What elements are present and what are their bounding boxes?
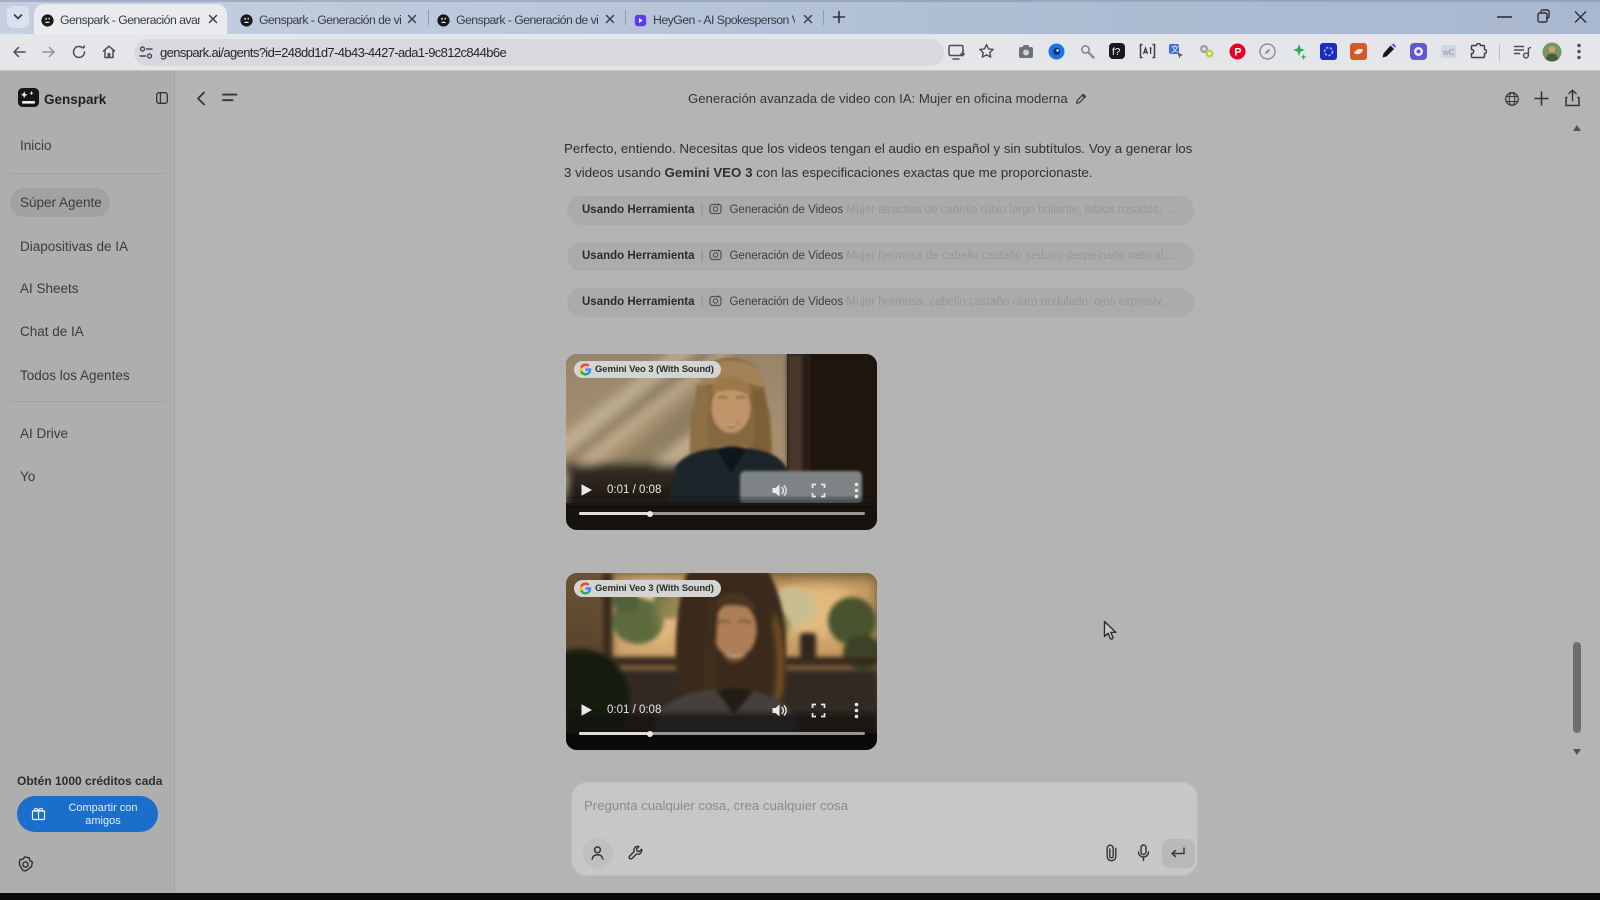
svg-text:P: P [1234,46,1241,58]
svg-text:f?: f? [1112,47,1121,58]
svg-text:wC: wC [1442,48,1455,57]
